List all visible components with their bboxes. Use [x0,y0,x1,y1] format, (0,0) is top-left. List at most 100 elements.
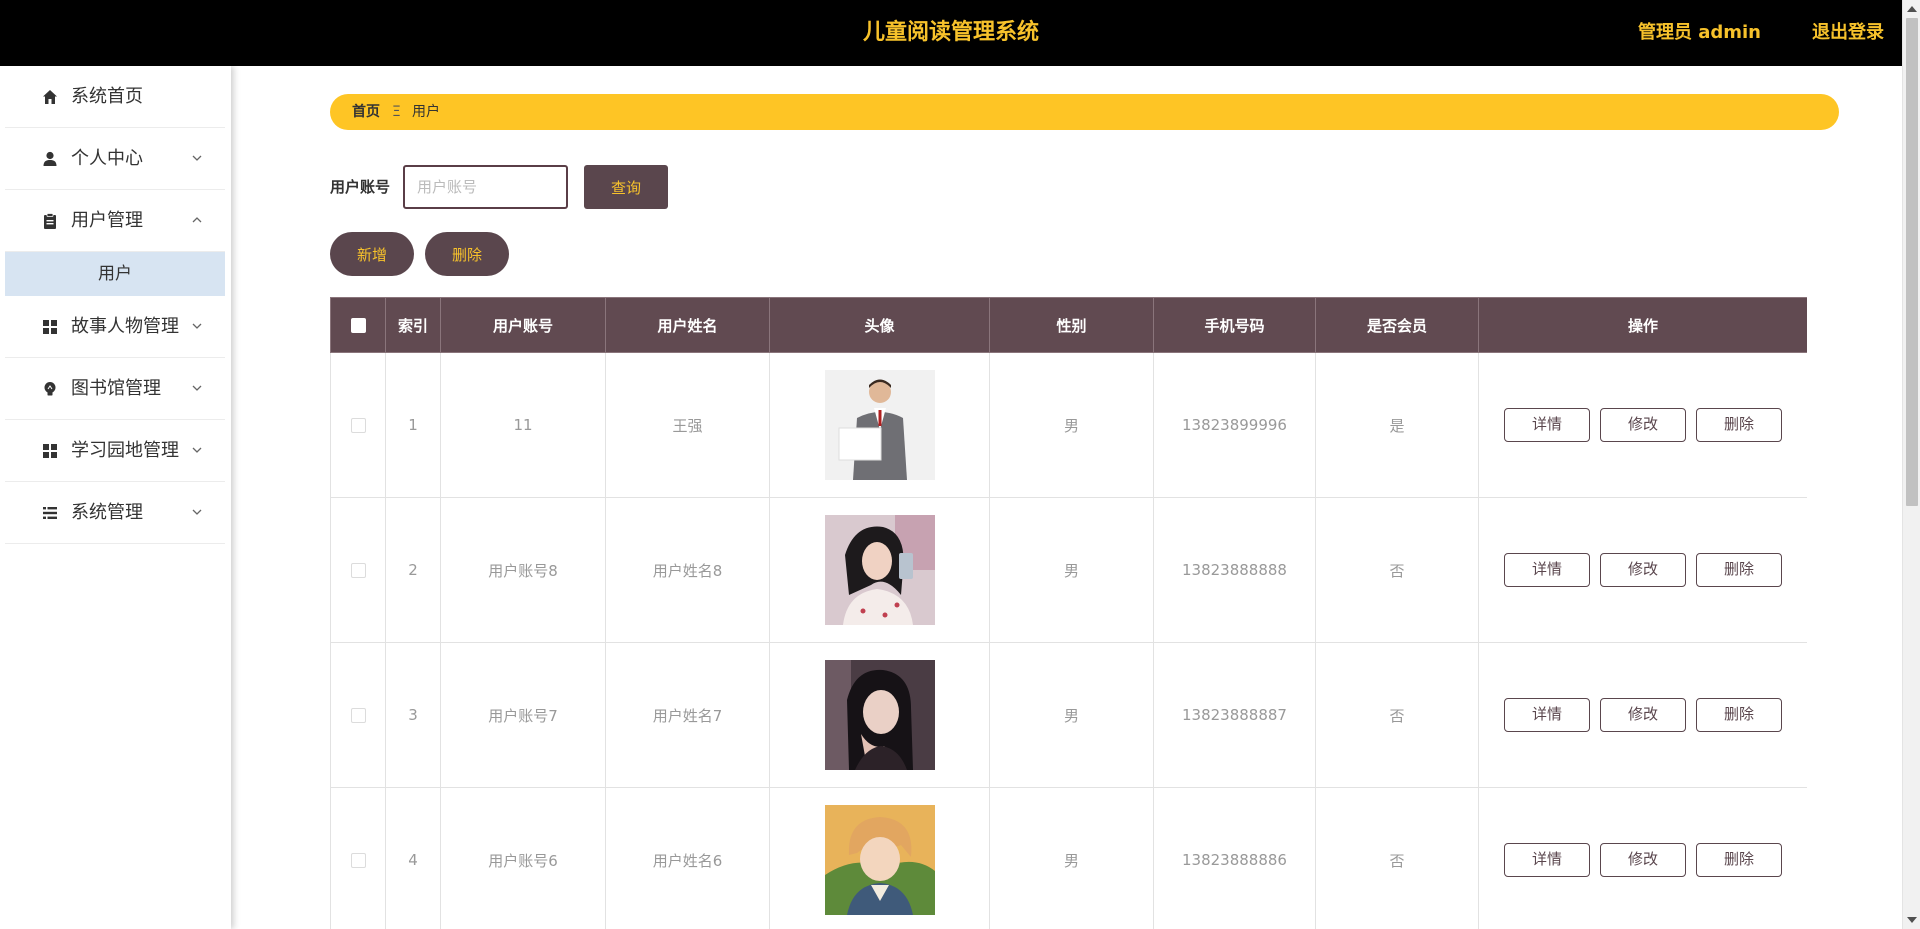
cell-index: 4 [385,787,441,929]
cell-select [330,352,386,498]
row-checkbox[interactable] [350,853,366,868]
top-bar [0,0,1902,66]
detail-button[interactable]: 详情 [1504,698,1590,732]
table-row: 2 用户账号8 用户姓名8 男 13823888888 否 详情 修改 删除 [330,497,1807,643]
cell-gender: 男 [989,352,1154,498]
sidebar-item-label: 个人中心 [71,148,143,169]
add-button[interactable]: 新增 [330,232,414,276]
scrollbar-thumb[interactable] [1906,18,1918,506]
sidebar-item-label: 系统管理 [71,502,143,523]
cell-actions: 详情 修改 删除 [1478,497,1807,643]
edit-button[interactable]: 修改 [1600,843,1686,877]
header-index: 索引 [385,297,441,353]
breadcrumb-separator: Ξ [392,104,401,120]
sidebar-subitem-user[interactable]: 用户 [5,252,225,296]
sidebar-item-story-characters[interactable]: 故事人物管理 [5,296,225,358]
avatar-image[interactable] [824,370,935,480]
avatar-image[interactable] [824,660,935,770]
edit-button[interactable]: 修改 [1600,553,1686,587]
cell-actions: 详情 修改 删除 [1478,787,1807,929]
clipboard-icon [44,213,56,229]
row-checkbox[interactable] [350,418,366,433]
table-row: 3 用户账号7 用户姓名7 男 13823888887 否 详情 修改 删除 [330,642,1807,788]
breadcrumb-current: 用户 [412,104,440,120]
search-label: 用户账号 [330,178,391,196]
cell-account: 11 [440,352,606,498]
header-select-all[interactable] [330,297,386,353]
scroll-up-arrow-icon[interactable] [1907,6,1917,12]
home-icon [43,90,57,104]
edit-button[interactable]: 修改 [1600,698,1686,732]
cell-select [330,787,386,929]
delete-button[interactable]: 删除 [1696,843,1782,877]
sidebar-item-user-management[interactable]: 用户管理 [5,190,225,252]
sidebar-item-home[interactable]: 系统首页 [5,66,225,128]
avatar-image[interactable] [824,805,935,915]
sidebar-item-system-management[interactable]: 系统管理 [5,482,225,544]
delete-button[interactable]: 删除 [1696,408,1782,442]
cell-avatar [769,642,990,788]
user-table: 索引 用户账号 用户姓名 头像 性别 手机号码 是否会员 操作 1 11 王强 [330,297,1807,929]
header-account: 用户账号 [440,297,606,353]
cell-avatar [769,352,990,498]
sidebar: 系统首页 个人中心 用户管理 用户 故事人物管理 图书馆管理 学习园地管理 系统… [0,66,231,929]
bulk-delete-button[interactable]: 删除 [425,232,509,276]
cell-member: 否 [1315,787,1479,929]
cell-account: 用户账号8 [440,497,606,643]
query-button[interactable]: 查询 [584,165,668,209]
vertical-scrollbar[interactable] [1902,0,1920,929]
cell-select [330,497,386,643]
list-icon [43,507,57,519]
cell-account: 用户账号7 [440,642,606,788]
edit-button[interactable]: 修改 [1600,408,1686,442]
detail-button[interactable]: 详情 [1504,553,1590,587]
sidebar-item-library[interactable]: 图书馆管理 [5,358,225,420]
breadcrumb: 首页 Ξ 用户 [330,94,1839,130]
header-name: 用户姓名 [605,297,770,353]
logout-link[interactable]: 退出登录 [1812,0,1884,66]
cell-phone: 13823888887 [1153,642,1316,788]
cell-member: 否 [1315,642,1479,788]
delete-button[interactable]: 删除 [1696,553,1782,587]
cell-gender: 男 [989,497,1154,643]
row-checkbox[interactable] [350,708,366,723]
header-actions: 操作 [1478,297,1807,353]
cell-name: 用户姓名8 [605,497,770,643]
detail-button[interactable]: 详情 [1504,408,1590,442]
chevron-down-icon [192,385,202,391]
cell-avatar [769,497,990,643]
row-checkbox[interactable] [350,563,366,578]
sidebar-item-label: 故事人物管理 [71,316,179,337]
delete-button[interactable]: 删除 [1696,698,1782,732]
detail-button[interactable]: 详情 [1504,843,1590,877]
cell-name: 用户姓名7 [605,642,770,788]
sidebar-item-personal-center[interactable]: 个人中心 [5,128,225,190]
header-avatar: 头像 [769,297,990,353]
grid-icon [43,444,57,458]
chevron-down-icon [192,155,202,161]
chevron-down-icon [192,447,202,453]
breadcrumb-home[interactable]: 首页 [352,94,380,130]
user-account-search-input[interactable] [403,165,568,209]
select-all-checkbox[interactable] [350,318,366,333]
cell-name: 用户姓名6 [605,787,770,929]
sidebar-item-learning-garden[interactable]: 学习园地管理 [5,420,225,482]
sidebar-item-label: 用户管理 [71,210,143,231]
scroll-down-arrow-icon[interactable] [1907,917,1917,923]
header-gender: 性别 [989,297,1154,353]
cell-gender: 男 [989,787,1154,929]
bulb-icon [44,382,56,396]
cell-actions: 详情 修改 删除 [1478,642,1807,788]
cell-actions: 详情 修改 删除 [1478,352,1807,498]
cell-member: 否 [1315,497,1479,643]
cell-index: 1 [385,352,441,498]
chevron-up-icon [192,217,202,223]
sidebar-item-label: 学习园地管理 [71,440,179,461]
avatar-image[interactable] [824,515,935,625]
sidebar-item-label: 图书馆管理 [71,378,161,399]
cell-select [330,642,386,788]
cell-avatar [769,787,990,929]
cell-phone: 13823899996 [1153,352,1316,498]
cell-phone: 13823888888 [1153,497,1316,643]
table-row: 1 11 王强 男 13823899996 是 详情 修改 删除 [330,352,1807,498]
